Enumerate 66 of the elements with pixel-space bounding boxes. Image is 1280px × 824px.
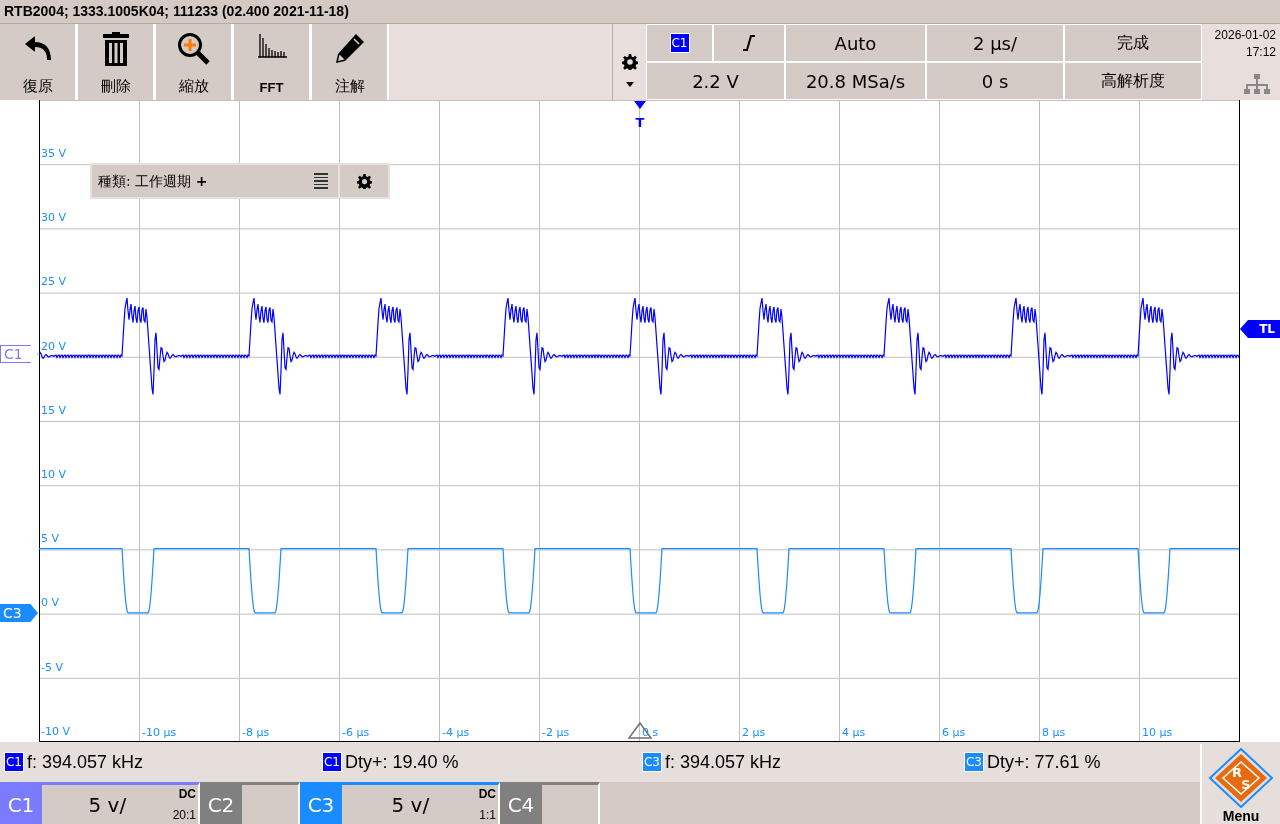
vertical-scale: 5 v/	[87, 791, 128, 819]
timebase-value: 2 µs/	[972, 31, 1018, 56]
measurement-type-label: 種類: 工作週期 +	[98, 171, 208, 191]
channel-badge: C3	[964, 752, 984, 772]
caret-down-icon	[625, 81, 634, 87]
y-axis-label: -10 V	[41, 724, 70, 738]
y-axis-label: 0 V	[41, 596, 60, 610]
x-axis-label: 10 µs	[1142, 726, 1173, 739]
x-axis-label: 6 µs	[942, 726, 966, 739]
measurement-value: f: 394.057 kHz	[665, 750, 782, 774]
time-text: 17:12	[1245, 44, 1276, 61]
network-icon	[1242, 74, 1272, 94]
channel-marker: C3	[0, 604, 38, 622]
y-axis-label: 25 V	[41, 275, 67, 289]
acquisition-status: 完成	[1117, 32, 1149, 54]
sample-rate: 20.8 MSa/s	[805, 69, 906, 94]
window-title: RTB2004; 1333.1005K04; 111233 (02.400 2021-11-18)	[4, 2, 349, 21]
y-axis-label: 10 V	[41, 468, 67, 481]
channel-badge: C1	[4, 752, 24, 772]
coupling-label: DC	[178, 786, 196, 803]
trigger-mode: Auto	[834, 31, 877, 56]
toolbar-button[interactable]: 注解	[312, 24, 387, 100]
probe-ratio: 20:1	[172, 807, 196, 824]
x-axis-label: 8 µs	[1042, 726, 1066, 739]
y-axis-label: 30 V	[41, 211, 67, 225]
toolbar-button[interactable]: FFT	[234, 24, 309, 100]
x-axis-label: 2 µs	[742, 726, 766, 739]
channel-badge: C1	[669, 33, 690, 53]
toolbar-button[interactable]: 復原	[0, 24, 75, 100]
trash-icon	[102, 32, 129, 66]
channel-badge: C3	[642, 752, 662, 772]
channel-tab[interactable]: C4	[500, 782, 600, 824]
x-axis-label: -2 µs	[542, 726, 570, 739]
rising-edge-icon	[742, 35, 756, 51]
measurement-value: Dty+: 77.61 %	[987, 750, 1101, 774]
trigger-position-icon	[627, 721, 653, 739]
toolbar-button[interactable]: 刪除	[78, 24, 153, 100]
x-axis-label: -8 µs	[242, 726, 270, 739]
measurement-value: f: 394.057 kHz	[27, 750, 144, 774]
probe-ratio: 1:1	[479, 807, 496, 824]
channel-tab[interactable]: C2	[200, 782, 300, 824]
spectrum-icon	[255, 32, 288, 58]
trigger-level: 2.2 V	[692, 69, 739, 94]
settings-icon	[621, 53, 638, 70]
x-axis-label: -6 µs	[342, 726, 370, 739]
coupling-label: DC	[478, 786, 496, 803]
y-axis-label: 15 V	[41, 403, 67, 417]
vertical-scale: 5 v/	[390, 791, 431, 819]
y-axis-label: 20 V	[41, 339, 67, 353]
x-axis-label: -10 µs	[142, 726, 177, 739]
x-axis-label: 4 µs	[842, 726, 866, 739]
acquisition-mode: 高解析度	[1101, 70, 1165, 92]
settings-icon	[356, 173, 372, 189]
date-text: 2026-01-02	[1214, 27, 1276, 44]
measurement-value: Dty+: 19.40 %	[345, 750, 459, 774]
y-axis-label: 35 V	[41, 147, 67, 160]
y-axis-label: -5 V	[41, 660, 63, 674]
pencil-icon	[333, 32, 366, 64]
x-axis-label: -4 µs	[442, 726, 470, 739]
toolbar-button[interactable]: 縮放	[156, 24, 231, 100]
zoom-in-icon	[176, 32, 211, 66]
y-axis-label: 5 V	[41, 532, 60, 546]
channel-badge: C1	[322, 752, 342, 772]
trigger-level-marker: TL	[1240, 320, 1280, 338]
time-position: 0 s	[981, 69, 1009, 94]
channel-marker: C1	[0, 345, 38, 363]
